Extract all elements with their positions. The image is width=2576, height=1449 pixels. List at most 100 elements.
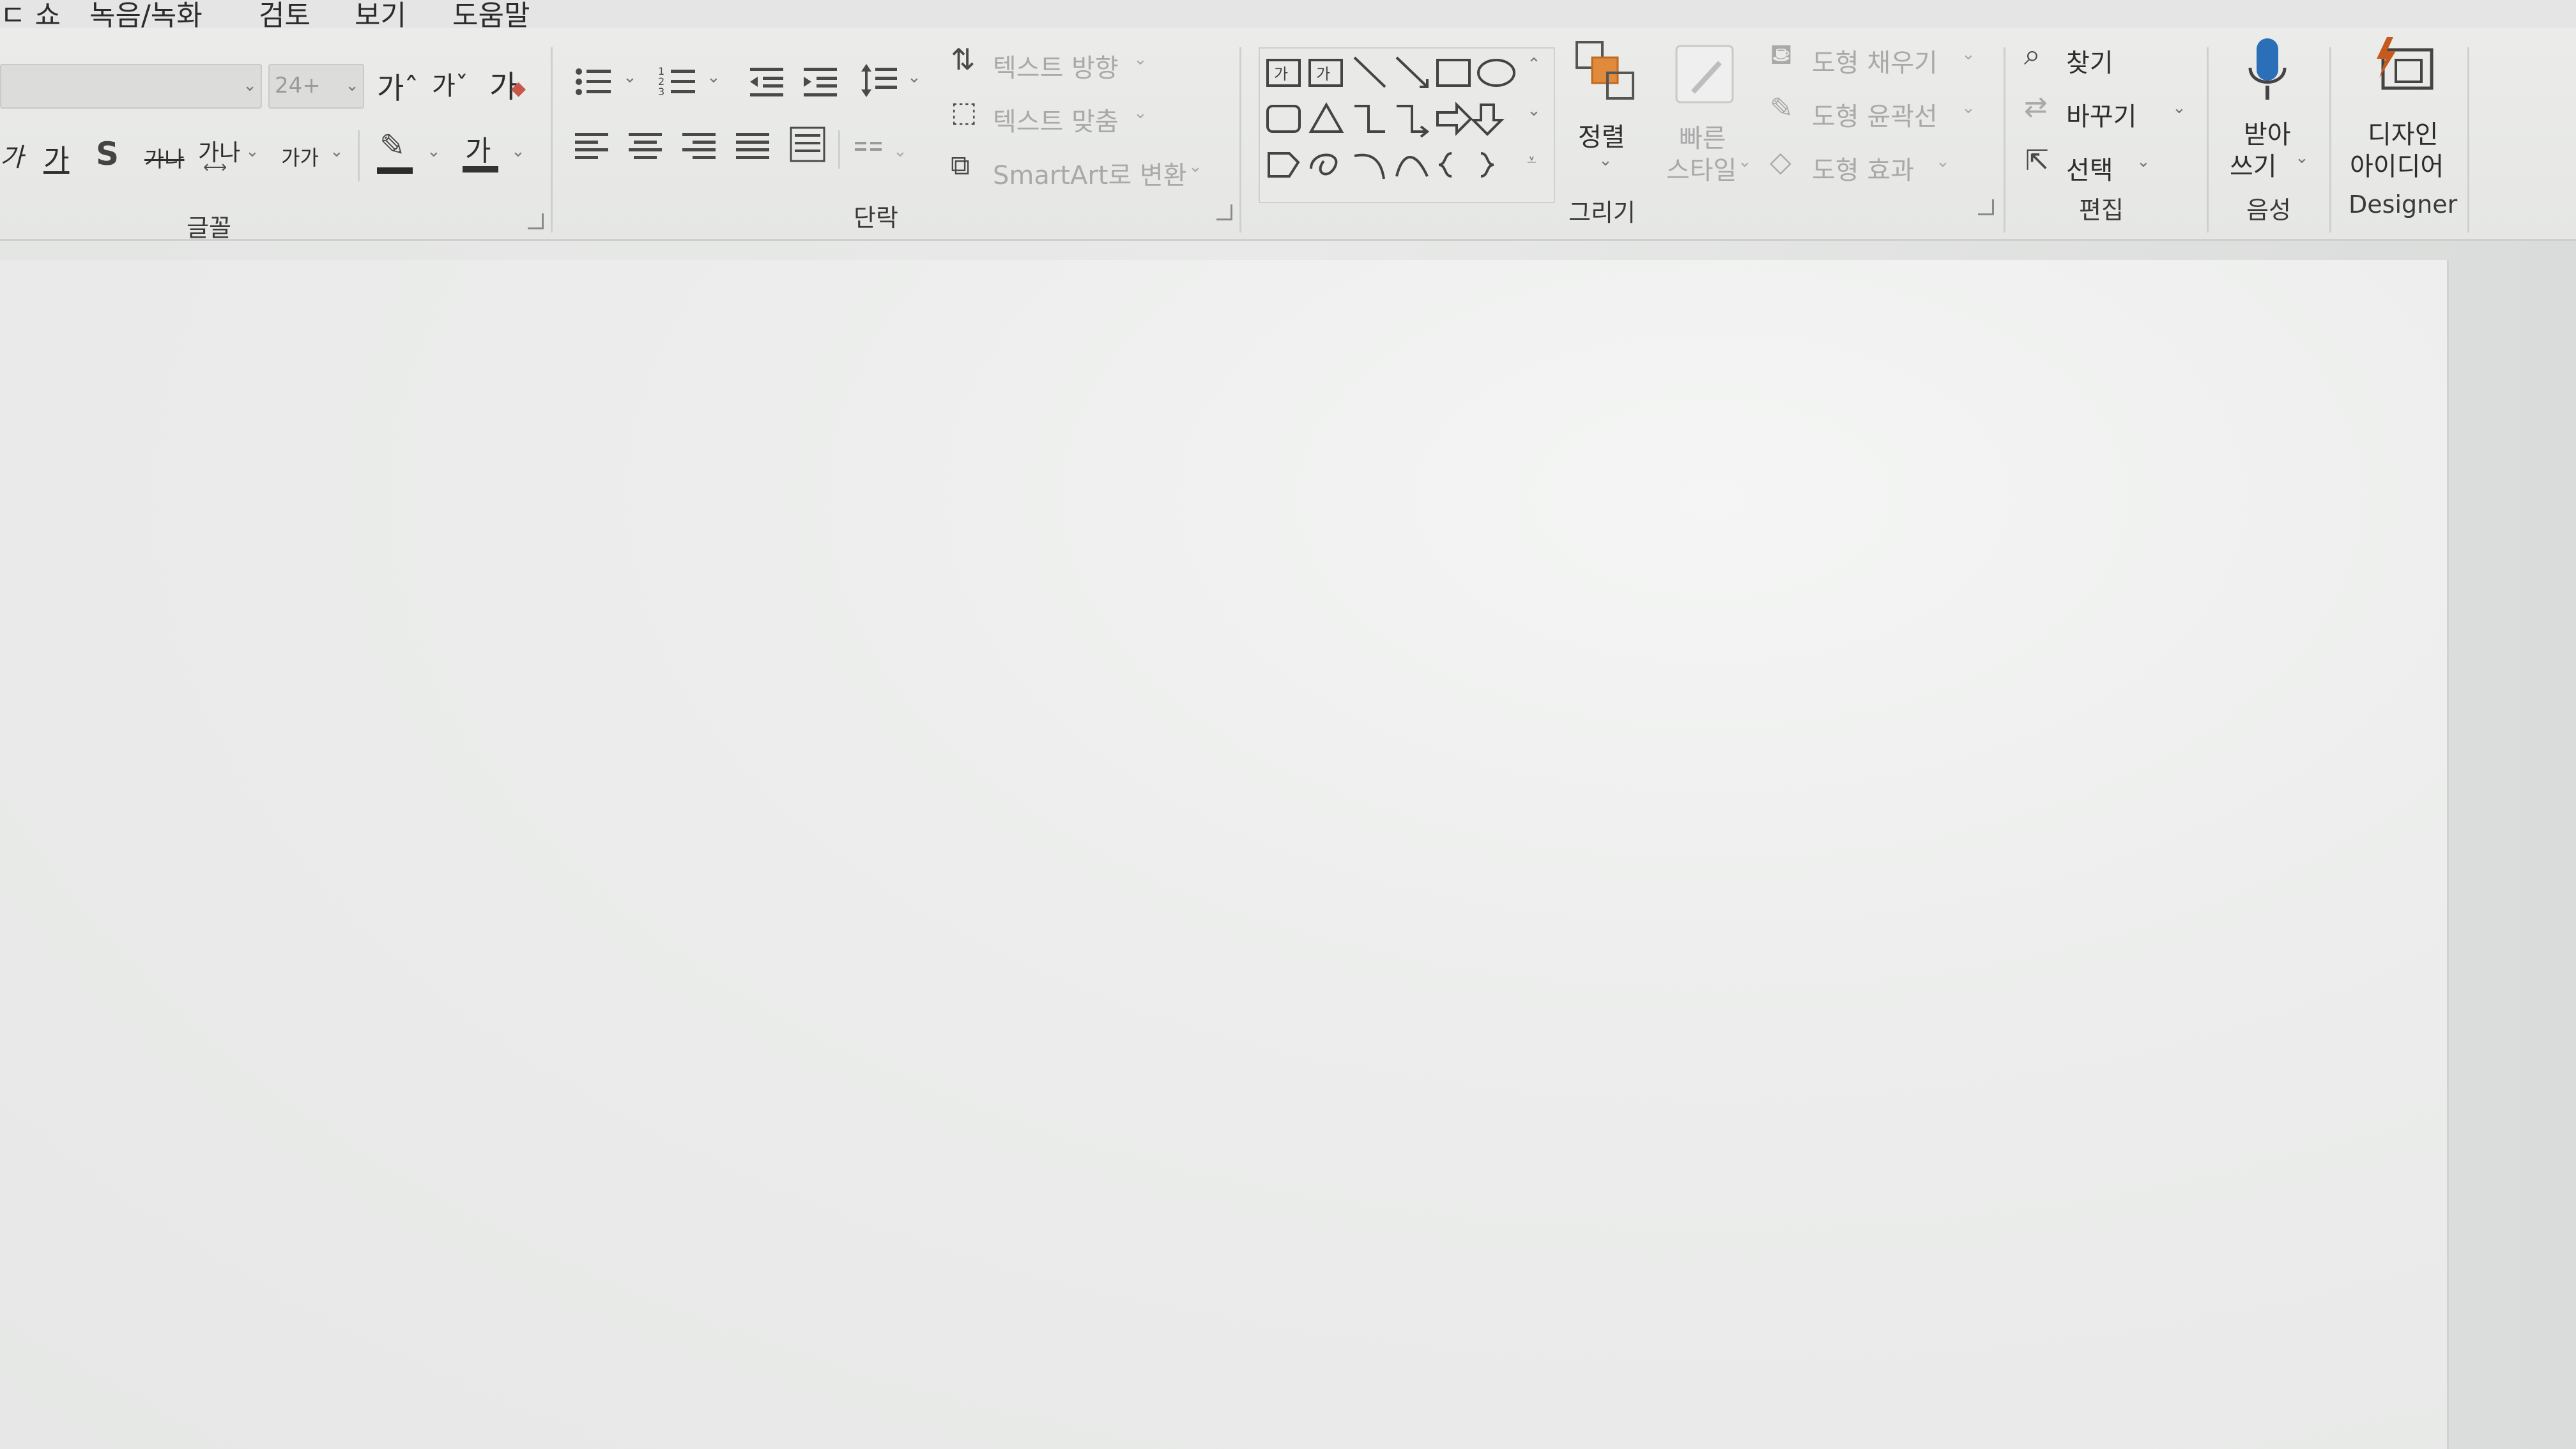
group-divider (2467, 47, 2469, 233)
chevron-down-icon[interactable]: ⌄ (893, 142, 907, 161)
chevron-down-icon: ⌄ (1936, 152, 1950, 171)
chevron-down-icon[interactable]: ⌄ (511, 142, 525, 161)
shrink-font-button[interactable]: 가ˇ (432, 65, 468, 102)
chevron-down-icon: ⌄ (1188, 157, 1202, 176)
slide-workspace (0, 241, 2576, 1449)
select-button[interactable]: ⇱ 선택 ⌄ (2024, 143, 2165, 188)
svg-text:3: 3 (658, 86, 664, 98)
eraser-icon: ◆ (511, 77, 526, 100)
editing-group-label: 편집 (2079, 196, 2124, 224)
shape-outline-label: 도형 윤곽선 (1812, 102, 1938, 132)
shape-fill-button[interactable]: ⛾ 도형 채우기 ⌄ (1770, 36, 1987, 80)
convert-smartart-button[interactable]: ⧉ SmartArt로 변환 ⌄ (951, 148, 1219, 193)
menu-review[interactable]: 검토 (259, 0, 310, 28)
chevron-down-icon[interactable]: ⌄ (330, 142, 344, 161)
highlight-button[interactable]: ✎ (377, 130, 415, 175)
designer-label-2: 아이디어 (2350, 152, 2444, 181)
voice-group-label: 음성 (2246, 196, 2291, 224)
gallery-more-icon[interactable]: ⩡ (1527, 151, 1537, 171)
menu-slideshow[interactable]: ㄷ 쇼 (0, 0, 61, 28)
menu-help[interactable]: 도움말 (452, 0, 530, 28)
gallery-scroll-up-icon[interactable]: ⌃ (1527, 55, 1541, 74)
italic-button[interactable]: 가 (0, 137, 24, 174)
menu-record[interactable]: 녹음/녹화 (89, 0, 203, 28)
chevron-down-icon: ⌄ (2136, 152, 2150, 171)
decrease-indent-button[interactable] (747, 64, 788, 102)
chevron-down-icon[interactable]: ⌄ (623, 68, 637, 87)
font-name-combo[interactable]: ⌄ (0, 64, 262, 109)
align-text-button[interactable]: ⬚ 텍스트 맞춤 ⌄ (951, 95, 1168, 139)
line-spacing-icon (861, 64, 897, 97)
find-label: 찾기 (2066, 49, 2113, 78)
grow-font-button[interactable]: 가ˆ (377, 65, 418, 107)
group-divider (2329, 47, 2331, 233)
pencil-outline-icon: ✎ (1770, 92, 1793, 125)
divider (358, 130, 360, 181)
align-left-icon (575, 133, 608, 159)
chevron-down-icon: ⌄ (243, 76, 257, 95)
columns-button[interactable] (854, 138, 885, 164)
numbering-button[interactable]: 1 2 3 (658, 64, 699, 102)
dictate-button[interactable]: 받아 쓰기 ⌄ (2225, 36, 2314, 183)
increase-indent-icon (804, 68, 837, 96)
columns-icon (855, 142, 882, 151)
search-icon: ⌕ (2024, 37, 2041, 72)
shape-outline-button[interactable]: ✎ 도형 윤곽선 ⌄ (1770, 89, 1987, 134)
replace-icon: ⇄ (2024, 91, 2048, 123)
chevron-down-icon: ⌄ (1738, 152, 1752, 171)
font-dialog-launcher-icon[interactable] (528, 213, 544, 229)
align-center-button[interactable] (627, 129, 666, 165)
ribbon: ⌄ 24+ ⌄ 가ˆ 가ˇ 가 ◆ 가 가 S 가나 가나 ⟷ ⌄ 가가 ⌄ ✎… (0, 28, 2576, 242)
find-button[interactable]: ⌕ 찾기 (2024, 36, 2165, 80)
shape-fill-label: 도형 채우기 (1812, 49, 1938, 78)
increase-indent-button[interactable] (801, 64, 842, 102)
bullet-list-icon (576, 68, 611, 95)
distributed-button[interactable] (788, 125, 829, 166)
menu-view[interactable]: 보기 (355, 0, 406, 28)
microphone-icon (2248, 38, 2287, 100)
group-divider (551, 47, 553, 233)
replace-button[interactable]: ⇄ 바꾸기 ⌄ (2024, 89, 2190, 134)
change-case-button[interactable]: 가가 (281, 142, 319, 171)
paragraph-group-label: 단락 (854, 204, 898, 232)
distribute-icon (790, 126, 825, 162)
chevron-down-icon: ⌄ (2172, 98, 2186, 118)
bullets-button[interactable] (574, 64, 615, 102)
arrange-icon (1575, 41, 1634, 100)
arrange-button[interactable]: 정렬 ⌄ (1565, 38, 1642, 185)
font-color-button[interactable]: 가 (463, 128, 501, 175)
shape-effects-button[interactable]: ◇ 도형 효과 ⌄ (1770, 143, 1987, 188)
quick-styles-label-2: 스타일 (1666, 156, 1737, 185)
font-color-bar (463, 166, 498, 172)
chevron-down-icon[interactable]: ⌄ (907, 68, 921, 87)
text-direction-label: 텍스트 방향 (993, 54, 1119, 83)
shapes-gallery[interactable]: 가 가 ⌃ ⌄ ⩡ (1259, 47, 1555, 203)
font-size-combo[interactable]: 24+ ⌄ (268, 64, 364, 109)
chevron-down-icon[interactable]: ⌄ (427, 142, 441, 161)
text-direction-button[interactable]: ⇅ 텍스트 방향 ⌄ (951, 41, 1168, 86)
align-center-icon (629, 133, 662, 159)
strikethrough-button[interactable]: 가나 (144, 142, 185, 173)
paragraph-dialog-launcher-icon[interactable] (1216, 204, 1232, 220)
align-text-icon: ⬚ (951, 96, 977, 128)
text-direction-icon: ⇅ (951, 42, 976, 77)
chevron-down-icon: ⌄ (1961, 98, 1975, 118)
align-right-button[interactable] (681, 129, 719, 165)
text-shadow-button[interactable]: S (96, 135, 119, 172)
chevron-down-icon: ⌄ (1133, 103, 1147, 123)
drawing-dialog-launcher-icon[interactable] (1978, 199, 1994, 215)
quick-styles-button[interactable]: 빠른 스타일 ⌄ (1661, 38, 1752, 185)
align-left-button[interactable] (574, 129, 612, 165)
align-text-label: 텍스트 맞춤 (993, 107, 1119, 137)
gallery-scroll-down-icon[interactable]: ⌄ (1527, 101, 1541, 120)
replace-label: 바꾸기 (2066, 102, 2137, 132)
underline-button[interactable]: 가 (43, 137, 69, 178)
justify-button[interactable] (735, 129, 773, 165)
slide-canvas[interactable] (0, 260, 2449, 1449)
shape-effects-label: 도형 효과 (1812, 156, 1914, 185)
design-ideas-button[interactable]: 디자인 아이디어 (2342, 36, 2464, 183)
divider (838, 130, 840, 169)
line-spacing-button[interactable] (860, 61, 901, 102)
chevron-down-icon[interactable]: ⌄ (707, 68, 721, 87)
chevron-down-icon[interactable]: ⌄ (245, 142, 259, 161)
